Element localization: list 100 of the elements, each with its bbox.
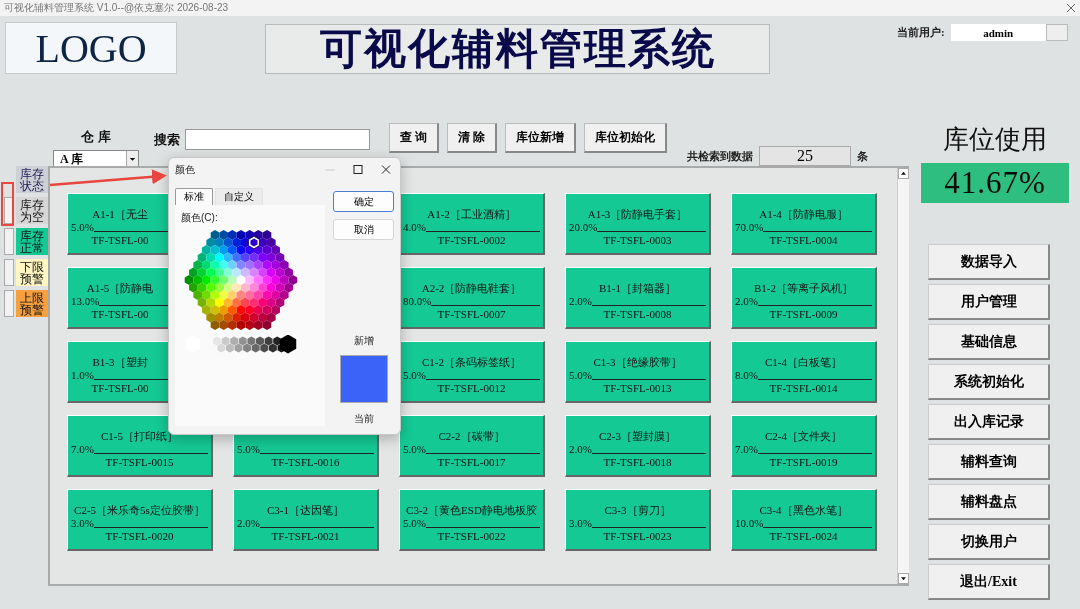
tile-label: A1-5［防静电: [85, 282, 155, 295]
tile-percent: 10.0%: [735, 517, 764, 530]
tile-label: A1-3［防静电手套］: [586, 208, 689, 221]
scroll-up-icon[interactable]: [898, 168, 909, 179]
menu-button[interactable]: 数据导入: [928, 244, 1050, 280]
menu-button[interactable]: 退出/Exit: [928, 564, 1050, 600]
menu-button[interactable]: 系统初始化: [928, 364, 1050, 400]
tile-label: C3-1［达因笔］: [266, 504, 345, 517]
dialog-tab[interactable]: 自定义: [215, 188, 263, 205]
storage-tile[interactable]: C2-4［文件夹］ 7.0% TF-TSFL-0019: [731, 415, 877, 477]
tile-percent: 1.0%: [71, 369, 94, 382]
tile-percent: 5.0%: [569, 369, 592, 382]
tile-percent: 2.0%: [237, 517, 260, 530]
tile-code: TF-TSFL-0021: [270, 530, 341, 543]
storage-tile[interactable]: C2-5［米乐奇5s定位胶带］ 3.0% TF-TSFL-0020: [67, 489, 213, 551]
action-button[interactable]: 清 除: [447, 123, 497, 153]
tile-percent: 2.0%: [569, 295, 592, 308]
dialog-button[interactable]: 确定: [333, 191, 394, 212]
storage-tile[interactable]: C3-3［剪刀］ 3.0% TF-TSFL-0023: [565, 489, 711, 551]
usage-value: 41.67%: [921, 163, 1069, 203]
storage-tile[interactable]: A1-3［防静电手套］ 20.0% TF-TSFL-0003: [565, 193, 711, 255]
dialog-button[interactable]: 取消: [333, 219, 394, 240]
dialog-tab[interactable]: 标准: [175, 188, 213, 205]
legend-item[interactable]: 上限预警: [16, 290, 48, 317]
warehouse-dropdown[interactable]: A 库: [53, 150, 139, 168]
action-button[interactable]: 库位初始化: [584, 123, 667, 153]
tile-code: TF-TSFL-0002: [436, 234, 507, 247]
action-button[interactable]: 查 询: [389, 123, 439, 153]
tile-percent: 20.0%: [569, 221, 598, 234]
current-color-label: 当前: [353, 412, 374, 426]
tile-code: TF-TSFL-00: [90, 382, 150, 395]
color-swatch[interactable]: [4, 290, 14, 317]
tile-label: C1-2［条码标签纸］: [421, 356, 522, 369]
search-label: 搜索: [154, 130, 180, 149]
storage-tile[interactable]: C1-2［条码标签纸］ 5.0% TF-TSFL-0012: [399, 341, 545, 403]
legend-item[interactable]: 库存为空: [16, 197, 48, 224]
storage-tile[interactable]: A2-2［防静电鞋套］ 80.0% TF-TSFL-0007: [399, 267, 545, 329]
caret-icon: [126, 151, 138, 167]
user-field-button[interactable]: [1045, 24, 1068, 41]
legend-item[interactable]: 库存正常: [16, 228, 48, 255]
search-field[interactable]: [185, 129, 370, 150]
storage-tile[interactable]: C2-2［碳带］ 5.0% TF-TSFL-0017: [399, 415, 545, 477]
action-button[interactable]: 库位新增: [505, 123, 576, 153]
tile-code: TF-TSFL-0004: [768, 234, 839, 247]
color-swatch[interactable]: [4, 259, 14, 286]
storage-tile[interactable]: B1-1［封箱器］ 2.0% TF-TSFL-0008: [565, 267, 711, 329]
tile-label: B1-3［塑封: [91, 356, 149, 369]
tile-label: B1-1［封箱器］: [598, 282, 677, 295]
storage-tile[interactable]: A1-4［防静电服］ 70.0% TF-TSFL-0004: [731, 193, 877, 255]
menu-button[interactable]: 出入库记录: [928, 404, 1050, 440]
color-hexagon-drawing[interactable]: [184, 229, 298, 330]
tile-label: B1-2［等离子风机］: [753, 282, 854, 295]
new-color-label: 新增: [353, 334, 374, 348]
tile-percent: 2.0%: [569, 443, 592, 456]
scrollbar[interactable]: [897, 168, 909, 584]
app-title: 可视化辅料管理系统: [265, 24, 770, 74]
warehouse-label: 仓 库: [81, 128, 111, 146]
menu-button[interactable]: 辅料查询: [928, 444, 1050, 480]
tile-label: C3-3［剪刀］: [603, 504, 672, 517]
user-field[interactable]: admin: [950, 24, 1046, 41]
storage-tile[interactable]: C3-2［黄色ESD静电地板胶 5.0% TF-TSFL-0022: [399, 489, 545, 551]
user-label: 当前用户:: [897, 25, 945, 40]
color-swatch[interactable]: [4, 197, 14, 224]
tile-label: C1-3［绝缘胶带］: [592, 356, 683, 369]
tile-percent: 5.0%: [71, 221, 94, 234]
usage-label: 库位使用: [943, 124, 1047, 156]
highlight-frame: [1, 182, 14, 226]
storage-tile[interactable]: C1-4［白板笔］ 8.0% TF-TSFL-0014: [731, 341, 877, 403]
menu-button[interactable]: 用户管理: [928, 284, 1050, 320]
color-swatch[interactable]: [4, 228, 14, 255]
tile-code: TF-TSFL-0017: [436, 456, 507, 469]
tile-label: A1-1［无尘: [91, 208, 149, 221]
tile-label: C2-3［塑封膜］: [598, 430, 677, 443]
storage-tile[interactable]: C1-3［绝缘胶带］ 5.0% TF-TSFL-0013: [565, 341, 711, 403]
tile-label: C2-4［文件夹］: [764, 430, 843, 443]
tile-percent: 8.0%: [735, 369, 758, 382]
result-unit: 条: [857, 148, 868, 164]
storage-tile[interactable]: A1-2［工业酒精］ 4.0% TF-TSFL-0002: [399, 193, 545, 255]
storage-tile[interactable]: C1-5［打印纸］ 7.0% TF-TSFL-0015: [67, 415, 213, 477]
tile-label: A1-2［工业酒精］: [426, 208, 517, 221]
legend-item[interactable]: 下限预警: [16, 259, 48, 286]
storage-tile[interactable]: B1-2［等离子风机］ 2.0% TF-TSFL-0009: [731, 267, 877, 329]
tile-code: TF-TSFL-00: [90, 308, 150, 321]
storage-tile[interactable]: C3-4［黑色水笔］ 10.0% TF-TSFL-0024: [731, 489, 877, 551]
storage-tile[interactable]: C2-3［塑封膜］ 2.0% TF-TSFL-0018: [565, 415, 711, 477]
menu-button[interactable]: 辅料盘点: [928, 484, 1050, 520]
result-count: 25: [759, 146, 851, 166]
tile-percent: 5.0%: [403, 443, 426, 456]
tile-code: TF-TSFL-0022: [436, 530, 507, 543]
close-icon[interactable]: [1066, 3, 1076, 13]
tile-code: TF-TSFL-0003: [602, 234, 673, 247]
tile-label: C2-2［碳带］: [437, 430, 506, 443]
storage-tile[interactable]: C3-1［达因笔］ 2.0% TF-TSFL-0021: [233, 489, 379, 551]
tile-percent: 5.0%: [403, 369, 426, 382]
tile-code: TF-TSFL-0019: [768, 456, 839, 469]
menu-button[interactable]: 切换用户: [928, 524, 1050, 560]
tile-label: A2-2［防静电鞋套］: [420, 282, 523, 295]
menu-button[interactable]: 基础信息: [928, 324, 1050, 360]
scroll-down-icon[interactable]: [898, 573, 909, 584]
tile-percent: 5.0%: [237, 443, 260, 456]
